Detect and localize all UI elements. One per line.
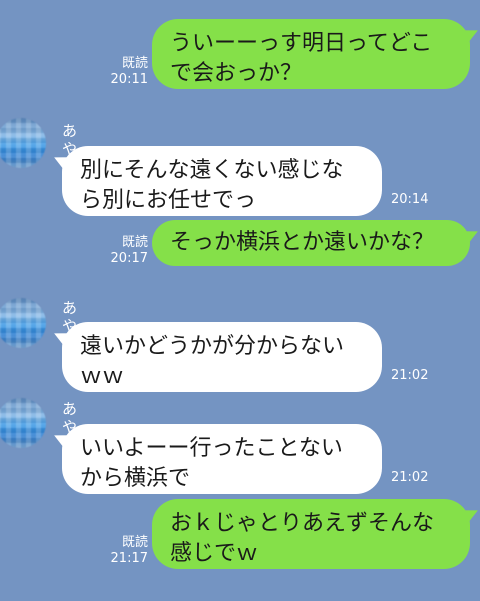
message-text-line: 別にそんな遠くない感じな bbox=[80, 158, 344, 183]
message-time: 21:02 bbox=[391, 368, 429, 383]
contact-avatar[interactable] bbox=[0, 118, 46, 168]
message-meta: 既読 20:17 bbox=[104, 235, 148, 267]
message-text-line: おｋじゃとりあえずそんな bbox=[170, 511, 435, 536]
message-text-line: ら別にお任せでっ bbox=[80, 188, 257, 213]
read-receipt: 既読 bbox=[121, 56, 148, 71]
chat-view[interactable]: 既読 20:11 ういーーっす明日ってどこで会おっか？ あやめ 別にそんな遠くな… bbox=[0, 0, 480, 601]
read-receipt: 既読 bbox=[121, 535, 148, 550]
message-text-line: いいよーー行ったことない bbox=[80, 436, 343, 461]
message-text-line: から横浜で bbox=[80, 466, 191, 491]
message-text-line: で会おっか？ bbox=[170, 61, 303, 86]
message-bubble[interactable]: 別にそんな遠くない感じな ら別にお任せでっ bbox=[62, 146, 382, 216]
message-text-line: 遠いかどうかが分からない bbox=[80, 334, 345, 359]
message-time: 20:17 bbox=[110, 251, 148, 266]
message-bubble[interactable]: いいよーー行ったことない から横浜で bbox=[62, 424, 382, 494]
message-bubble[interactable]: そっか横浜とか遠いかな？ bbox=[152, 220, 470, 266]
message-text-line: ういーーっす明日ってどこ bbox=[170, 31, 433, 56]
contact-avatar[interactable] bbox=[0, 398, 46, 448]
contact-avatar[interactable] bbox=[0, 298, 46, 348]
message-bubble[interactable]: 遠いかどうかが分からない ｗｗ bbox=[62, 322, 382, 392]
message-time: 20:14 bbox=[391, 192, 429, 207]
message-meta: 既読 20:11 bbox=[104, 56, 148, 88]
message-time: 20:11 bbox=[110, 72, 148, 87]
message-bubble[interactable]: ういーーっす明日ってどこ で会おっか？ bbox=[152, 19, 470, 89]
message-meta: 既読 21:17 bbox=[104, 535, 148, 567]
message-bubble[interactable]: おｋじゃとりあえずそんな 感じでｗ bbox=[152, 499, 470, 569]
message-text-line: 感じでｗ bbox=[170, 541, 259, 566]
message-text-line: ｗｗ bbox=[80, 364, 125, 389]
read-receipt: 既読 bbox=[121, 235, 148, 250]
message-text-line: そっか横浜とか遠いかな？ bbox=[170, 230, 435, 255]
message-time: 21:02 bbox=[391, 470, 429, 485]
message-time: 21:17 bbox=[110, 551, 148, 566]
